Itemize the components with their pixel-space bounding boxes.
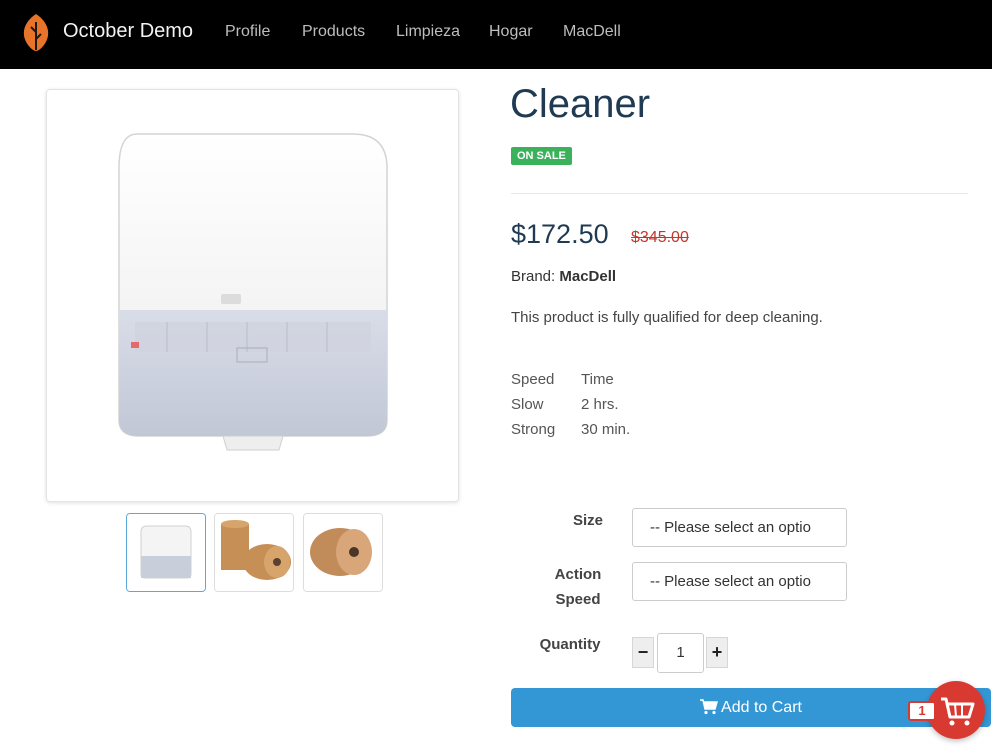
top-navbar: October Demo Profile Products Limpieza H… — [0, 0, 992, 69]
nav-link-products[interactable]: Products — [302, 23, 365, 41]
nav-link-macdell[interactable]: MacDell — [563, 23, 621, 41]
product-title: Cleaner — [510, 82, 651, 126]
spec-cell: Strong — [511, 421, 556, 438]
size-select[interactable]: -- Please select an optio — [632, 508, 847, 547]
spec-cell: 2 hrs. — [581, 396, 619, 413]
brand-name: MacDell — [559, 268, 617, 285]
quantity-input[interactable]: 1 — [657, 633, 704, 673]
add-to-cart-label: Add to Cart — [721, 699, 802, 716]
action-speed-label-line: Speed — [555, 591, 601, 608]
thumbnail-paper-roll[interactable] — [303, 513, 383, 592]
site-brand[interactable]: October Demo — [63, 20, 193, 43]
original-price: $345.00 — [631, 229, 689, 246]
quantity-increment-button[interactable]: + — [706, 637, 728, 668]
action-speed-label: Action Speed — [538, 562, 618, 612]
spec-header-time: Time — [581, 371, 614, 388]
shopping-cart-icon — [700, 699, 719, 715]
thumbnail-paper-rolls[interactable] — [214, 513, 294, 592]
nav-link-limpieza[interactable]: Limpieza — [396, 23, 460, 41]
current-price: $172.50 — [511, 219, 609, 249]
quantity-label: Quantity — [539, 636, 601, 653]
thumbnail-dispenser[interactable] — [126, 513, 206, 592]
spec-header-speed: Speed — [511, 371, 555, 388]
spec-cell: Slow — [511, 396, 544, 413]
nav-link-hogar[interactable]: Hogar — [489, 23, 533, 41]
action-speed-select[interactable]: -- Please select an optio — [632, 562, 847, 601]
main-product-image[interactable] — [46, 89, 459, 502]
nav-link-profile[interactable]: Profile — [225, 23, 270, 41]
quantity-decrement-button[interactable]: − — [632, 637, 654, 668]
size-label: Size — [572, 512, 603, 529]
product-description: This product is fully qualified for deep… — [511, 309, 823, 326]
spec-cell: 30 min. — [581, 421, 631, 438]
action-speed-label-line: Action — [554, 566, 602, 583]
leaf-logo-icon[interactable] — [20, 12, 52, 52]
cart-count-badge: 1 — [908, 701, 936, 721]
brand-line: Brand: MacDell — [511, 268, 616, 285]
divider — [511, 193, 968, 194]
brand-label: Brand: — [511, 268, 556, 285]
sale-badge: ON SALE — [511, 147, 572, 165]
